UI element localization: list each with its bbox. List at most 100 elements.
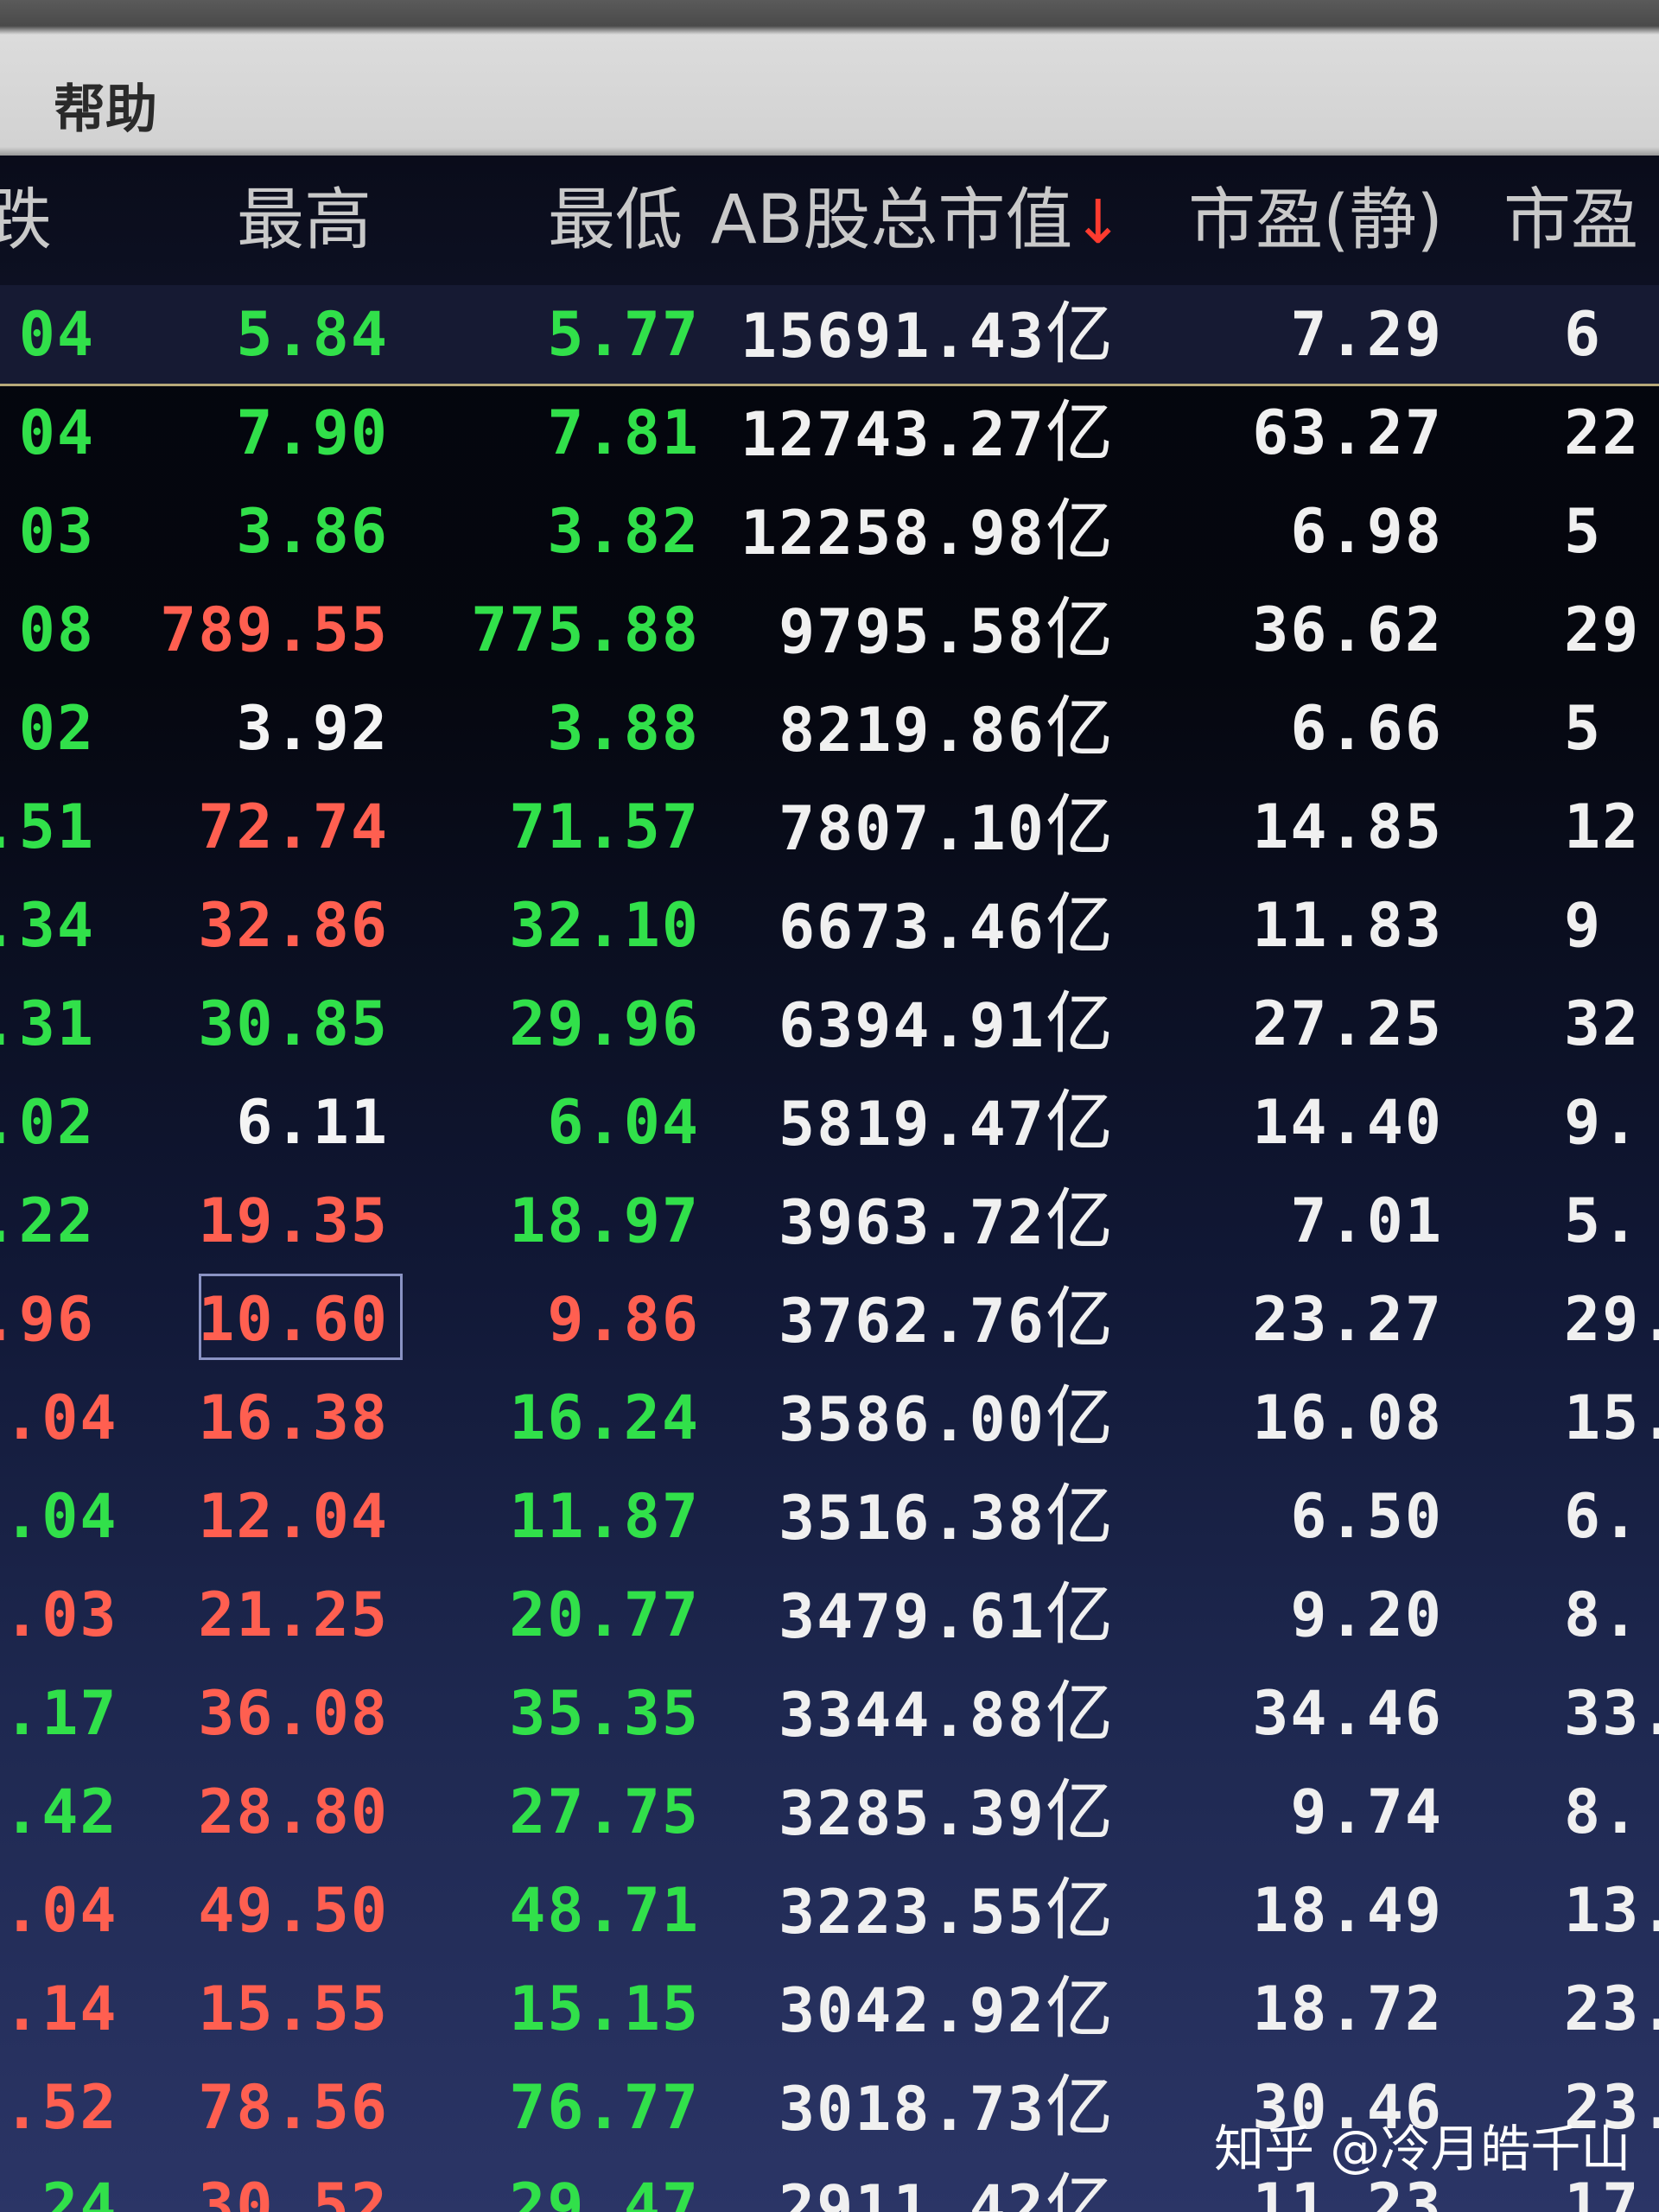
cell-market-cap-value: 3042.92 <box>778 1975 1046 2046</box>
cell-market-cap-unit: 亿 <box>1045 2167 1115 2212</box>
cell-market-cap-unit: 亿 <box>1045 1281 1115 1358</box>
cell-low: 29.96 <box>509 988 700 1059</box>
table-row[interactable]: 02 3.92 3.88 8219.86亿 6.66 5 <box>0 679 1659 778</box>
cell-change: 0.52 <box>0 2072 118 2143</box>
table-row[interactable]: 04 7.90 7.81 12743.27亿 63.27 22 <box>0 384 1659 482</box>
cell-pe: 5 <box>1564 693 1603 764</box>
cell-pe: 6 <box>1564 299 1603 370</box>
cell-market-cap-unit: 亿 <box>1045 1872 1115 1949</box>
cell-pe-static: 9.20 <box>1290 1580 1443 1650</box>
cell-high: 21.25 <box>198 1580 389 1650</box>
cell-market-cap-unit: 亿 <box>1045 887 1115 964</box>
cell-pe: 9 <box>1564 890 1603 961</box>
table-row[interactable]: .22 19.35 18.97 3963.72亿 7.01 5. <box>0 1172 1659 1270</box>
cell-market-cap-value: 3516.38 <box>778 1483 1046 1554</box>
cell-market-cap: 9795.58亿 <box>734 581 1115 679</box>
cell-high: 49.50 <box>198 1875 389 1946</box>
cell-pe-static: 16.08 <box>1252 1382 1443 1453</box>
table-row[interactable]: 03 3.86 3.82 12258.98亿 6.98 5 <box>0 482 1659 581</box>
table-row[interactable]: 0.42 28.80 27.75 3285.39亿 9.74 8. <box>0 1763 1659 1861</box>
cell-market-cap-value: 3285.39 <box>778 1778 1046 1849</box>
cell-high: 15.55 <box>198 1974 389 2044</box>
menu-item-help[interactable]: 帮助 <box>54 67 157 143</box>
table-row[interactable]: 0.04 12.04 11.87 3516.38亿 6.50 6. <box>0 1467 1659 1566</box>
cell-market-cap: 7807.10亿 <box>734 778 1115 876</box>
column-header-market-cap[interactable]: AB股总市值↓ <box>709 156 1123 285</box>
cell-change: 0.24 <box>0 2171 118 2212</box>
cell-market-cap-value: 6394.91 <box>778 990 1046 1061</box>
cell-pe-static: 36.62 <box>1252 594 1443 665</box>
cell-market-cap: 8219.86亿 <box>734 679 1115 778</box>
cell-pe: 29. <box>1564 1284 1659 1355</box>
cell-market-cap-unit: 亿 <box>1045 591 1115 669</box>
cell-change: 04 <box>18 397 95 468</box>
table-row[interactable]: 0.04 49.50 48.71 3223.55亿 18.49 13. <box>0 1861 1659 1960</box>
cell-pe: 8. <box>1564 1580 1641 1650</box>
cell-pe-static: 34.46 <box>1252 1678 1443 1749</box>
cell-change: 0.04 <box>0 1481 118 1552</box>
cell-high: 36.08 <box>198 1678 389 1749</box>
column-header-pe[interactable]: 市盈 <box>1503 156 1659 285</box>
cell-high: 72.74 <box>198 791 389 862</box>
cell-market-cap-value: 6673.46 <box>778 892 1046 963</box>
table-row[interactable]: 08 789.55 775.88 9795.58亿 36.62 29 <box>0 581 1659 679</box>
cell-change: 03 <box>18 496 95 567</box>
table-row[interactable]: .02 6.11 6.04 5819.47亿 14.40 9. <box>0 1073 1659 1172</box>
cell-pe: 13. <box>1564 1875 1659 1946</box>
cell-high: 30.85 <box>198 988 389 1059</box>
cell-pe-static: 14.40 <box>1252 1087 1443 1158</box>
table-row[interactable]: 0.03 21.25 20.77 3479.61亿 9.20 8. <box>0 1566 1659 1664</box>
cell-low: 32.10 <box>509 890 700 961</box>
cell-market-cap-value: 9795.58 <box>778 596 1046 667</box>
cell-pe-static: 18.49 <box>1252 1875 1443 1946</box>
cell-high: 78.56 <box>198 2072 389 2143</box>
cell-pe-static: 18.72 <box>1252 1974 1443 2044</box>
table-row[interactable]: .34 32.86 32.10 6673.46亿 11.83 9 <box>0 876 1659 975</box>
table-row[interactable]: .31 30.85 29.96 6394.91亿 27.25 32 <box>0 975 1659 1073</box>
cell-market-cap-value: 3479.61 <box>778 1581 1046 1652</box>
table-row[interactable]: 0.04 16.38 16.24 3586.00亿 16.08 15. <box>0 1369 1659 1467</box>
column-header-change[interactable]: 跌 <box>0 156 52 285</box>
cell-pe: 32 <box>1564 988 1641 1059</box>
cell-change: 0.14 <box>0 1974 118 2044</box>
cell-market-cap: 12258.98亿 <box>734 482 1115 581</box>
cell-change: 0.04 <box>0 1875 118 1946</box>
cell-pe: 12 <box>1564 791 1641 862</box>
cell-high: 789.55 <box>160 594 389 665</box>
cell-market-cap-value: 12258.98 <box>740 498 1046 569</box>
cell-high: 32.86 <box>198 890 389 961</box>
cell-market-cap-unit: 亿 <box>1045 1970 1115 2048</box>
cell-market-cap: 15691.43亿 <box>734 285 1115 384</box>
cell-low: 6.04 <box>547 1087 700 1158</box>
cell-market-cap-unit: 亿 <box>1045 985 1115 1063</box>
table-row[interactable]: .51 72.74 71.57 7807.10亿 14.85 12 <box>0 778 1659 876</box>
cell-market-cap-unit: 亿 <box>1045 394 1115 472</box>
cell-low: 27.75 <box>509 1777 700 1847</box>
cell-low: 3.82 <box>547 496 700 567</box>
cell-pe: 22 <box>1564 397 1641 468</box>
table-row[interactable]: .96 10.60 9.86 3762.76亿 23.27 29. <box>0 1270 1659 1369</box>
cell-market-cap-unit: 亿 <box>1045 1773 1115 1851</box>
column-header-high[interactable]: 最高 <box>156 156 372 285</box>
cell-market-cap: 6673.46亿 <box>734 876 1115 975</box>
watermark: 知乎 @冷月皓千山 <box>1214 2120 1631 2178</box>
cell-change: 0.42 <box>0 1777 118 1847</box>
cell-high: 28.80 <box>198 1777 389 1847</box>
cell-market-cap: 3042.92亿 <box>734 1960 1115 2058</box>
cell-pe-static: 63.27 <box>1252 397 1443 468</box>
cell-market-cap-unit: 亿 <box>1045 1182 1115 1260</box>
sort-descending-icon: ↓ <box>1072 187 1123 257</box>
cell-market-cap: 3762.76亿 <box>734 1270 1115 1369</box>
table-row[interactable]: 0.14 15.55 15.15 3042.92亿 18.72 23. <box>0 1960 1659 2058</box>
table-row[interactable]: 04 5.84 5.77 15691.43亿 7.29 6 <box>0 285 1659 386</box>
table-header: 跌 最高 最低 AB股总市值↓ 市盈(静) 市盈 <box>0 156 1659 285</box>
column-header-pe-static[interactable]: 市盈(静) <box>1175 156 1443 285</box>
cell-market-cap-value: 15691.43 <box>740 301 1046 372</box>
column-header-low[interactable]: 最低 <box>467 156 683 285</box>
cell-low: 20.77 <box>509 1580 700 1650</box>
table-row[interactable]: 0.17 36.08 35.35 3344.88亿 34.46 33. <box>0 1664 1659 1763</box>
cell-low: 775.88 <box>471 594 700 665</box>
cell-pe: 23. <box>1564 1974 1659 2044</box>
cell-market-cap: 3586.00亿 <box>734 1369 1115 1467</box>
cell-market-cap: 3516.38亿 <box>734 1467 1115 1566</box>
